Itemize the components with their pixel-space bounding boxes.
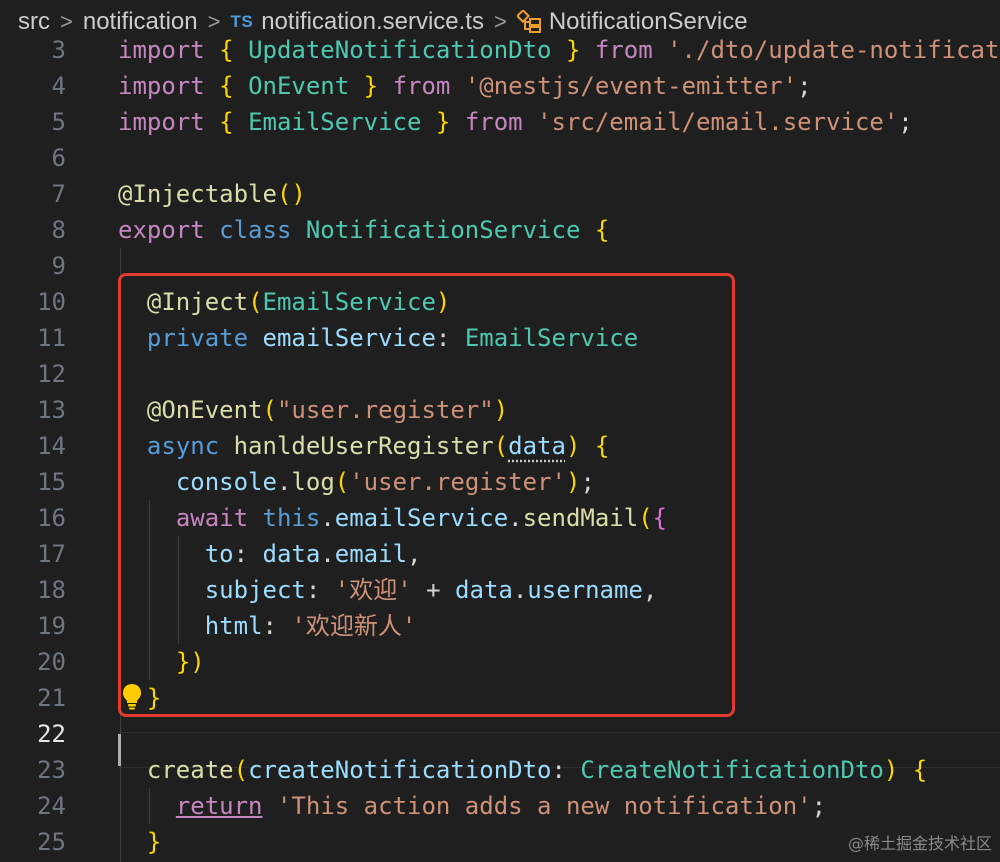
line-number: 23 — [37, 756, 66, 784]
code-text[interactable]: import { OnEvent } from '@nestjs/event-e… — [118, 68, 812, 104]
code-line[interactable]: 22 — [0, 716, 1000, 752]
line-number: 6 — [51, 144, 66, 172]
code-line[interactable]: 7 @Injectable() — [0, 176, 1000, 212]
code-text[interactable]: @Injectable() — [118, 176, 306, 212]
code-line[interactable]: 3 import { UpdateNotificationDto } from '… — [0, 32, 1000, 68]
text-cursor — [118, 734, 121, 766]
code-text[interactable]: @OnEvent("user.register") — [118, 392, 508, 428]
code-editor[interactable]: 3 import { UpdateNotificationDto } from '… — [0, 32, 1000, 862]
code-line[interactable]: 15 console.log('user.register'); — [0, 464, 1000, 500]
code-line[interactable]: 5 import { EmailService } from 'src/email… — [0, 104, 1000, 140]
code-line[interactable]: 16 await this.emailService.sendMail({ — [0, 500, 1000, 536]
code-line[interactable]: 13 @OnEvent("user.register") — [0, 392, 1000, 428]
line-number: 16 — [37, 504, 66, 532]
line-number: 17 — [37, 540, 66, 568]
code-text[interactable]: await this.emailService.sendMail({ — [118, 500, 667, 536]
code-text[interactable]: html: '欢迎新人' — [118, 608, 417, 644]
code-line[interactable]: 19 html: '欢迎新人' — [0, 608, 1000, 644]
code-line[interactable]: 18 subject: '欢迎' + data.username, — [0, 572, 1000, 608]
code-text[interactable]: }) — [118, 644, 205, 680]
line-number: 20 — [37, 648, 66, 676]
code-text[interactable]: async hanldeUserRegister(data) { — [118, 428, 609, 464]
code-text[interactable]: @Inject(EmailService) — [118, 284, 450, 320]
line-number: 21 — [37, 684, 66, 712]
code-text[interactable]: console.log('user.register'); — [118, 464, 595, 500]
code-text[interactable]: subject: '欢迎' + data.username, — [118, 572, 658, 608]
code-line[interactable]: 21 } — [0, 680, 1000, 716]
code-line[interactable]: 9 — [0, 248, 1000, 284]
code-line[interactable]: 10 @Inject(EmailService) — [0, 284, 1000, 320]
code-text[interactable]: private emailService: EmailService — [118, 320, 638, 356]
line-number: 12 — [37, 360, 66, 388]
class-symbol-icon — [516, 10, 541, 33]
code-line[interactable]: 17 to: data.email, — [0, 536, 1000, 572]
watermark: @稀土掘金技术社区 — [847, 834, 992, 853]
line-number: 14 — [37, 432, 66, 460]
code-line[interactable]: 6 — [0, 140, 1000, 176]
code-text[interactable]: export class NotificationService { — [118, 212, 609, 248]
code-line[interactable]: 11 private emailService: EmailService — [0, 320, 1000, 356]
code-line[interactable]: 12 — [0, 356, 1000, 392]
code-line[interactable]: 20 }) — [0, 644, 1000, 680]
code-text[interactable]: } — [118, 824, 161, 860]
line-number: 8 — [51, 216, 66, 244]
line-number: 5 — [51, 108, 66, 136]
typescript-file-icon: TS — [230, 12, 254, 31]
line-number: 3 — [51, 36, 66, 64]
line-number: 10 — [37, 288, 66, 316]
code-text[interactable]: to: data.email, — [118, 536, 422, 572]
line-number: 19 — [37, 612, 66, 640]
code-line[interactable]: 4 import { OnEvent } from '@nestjs/event-… — [0, 68, 1000, 104]
line-number: 4 — [51, 72, 66, 100]
line-number: 11 — [37, 324, 66, 352]
code-line[interactable]: 8 export class NotificationService { — [0, 212, 1000, 248]
code-line[interactable]: 23 create(createNotificationDto: CreateN… — [0, 752, 1000, 788]
line-number: 25 — [37, 828, 66, 856]
line-number: 13 — [37, 396, 66, 424]
line-number: 22 — [37, 720, 66, 748]
line-number: 7 — [51, 180, 66, 208]
line-number: 15 — [37, 468, 66, 496]
line-number: 24 — [37, 792, 66, 820]
line-number: 18 — [37, 576, 66, 604]
code-line[interactable]: 14 async hanldeUserRegister(data) { — [0, 428, 1000, 464]
code-text[interactable]: create(createNotificationDto: CreateNoti… — [118, 752, 927, 788]
lightbulb-icon[interactable] — [121, 682, 143, 710]
code-line[interactable]: 24 return 'This action adds a new notifi… — [0, 788, 1000, 824]
code-text[interactable]: return 'This action adds a new notificat… — [118, 788, 826, 824]
code-text[interactable]: import { UpdateNotificationDto } from '.… — [118, 32, 999, 68]
line-number: 9 — [51, 252, 66, 280]
code-text[interactable]: import { EmailService } from 'src/email/… — [118, 104, 913, 140]
